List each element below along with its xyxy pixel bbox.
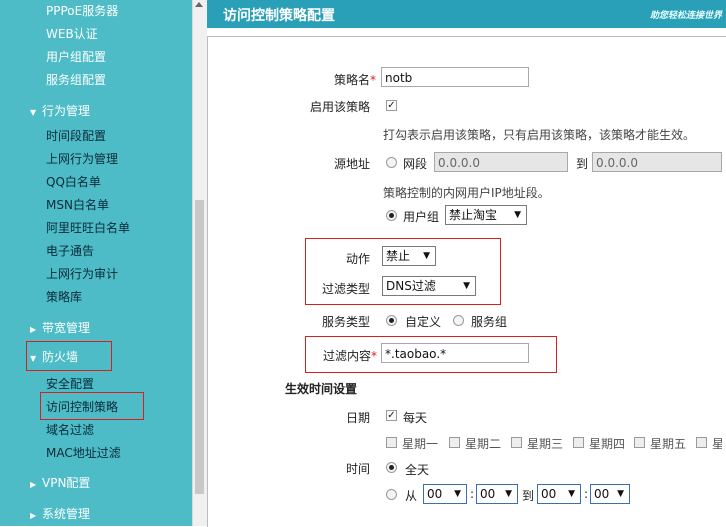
collapsed-triangle-icon: ▶ bbox=[30, 325, 37, 334]
sidebar-item-pppoe[interactable]: PPPoE服务器 bbox=[46, 2, 118, 19]
wednesday-checkbox[interactable] bbox=[511, 437, 522, 448]
every-day-label: 每天 bbox=[403, 411, 428, 425]
dropdown-arrow-icon: ▼ bbox=[505, 489, 512, 499]
sidebar-item-policy-lib[interactable]: 策略库 bbox=[46, 288, 82, 305]
sidebar-item-security-config[interactable]: 安全配置 bbox=[46, 375, 94, 392]
sidebar-item-domain-filter[interactable]: 域名过滤 bbox=[46, 421, 94, 438]
thursday-checkbox[interactable] bbox=[573, 437, 584, 448]
scroll-up-arrow-icon[interactable] bbox=[195, 2, 203, 7]
date-label: 日期 bbox=[345, 411, 370, 425]
sidebar-item-audit[interactable]: 上网行为审计 bbox=[46, 265, 118, 282]
action-select[interactable]: 禁止 ▼ bbox=[382, 246, 436, 266]
dropdown-arrow-icon: ▼ bbox=[423, 251, 430, 261]
service-custom-radio[interactable] bbox=[386, 315, 397, 326]
source-address-label: 源地址 bbox=[333, 157, 370, 171]
dropdown-arrow-icon: ▼ bbox=[514, 210, 521, 220]
filter-content-input[interactable]: *.taobao.* bbox=[381, 343, 529, 363]
sidebar-item-user-group[interactable]: 用户组配置 bbox=[46, 48, 106, 65]
service-custom-label: 自定义 bbox=[405, 315, 442, 329]
sidebar-scrollbar[interactable] bbox=[192, 0, 207, 526]
sidebar-group-vpn[interactable]: ▶ VPN配置 bbox=[30, 474, 90, 491]
user-group-radio[interactable] bbox=[386, 210, 397, 221]
thursday-label: 星期四 bbox=[589, 437, 626, 451]
time-colon: : bbox=[470, 487, 475, 501]
sidebar-nav: PPPoE服务器 WEB认证 用户组配置 服务组配置 ▼ 行为管理 时间段配置 上… bbox=[0, 0, 192, 526]
time-colon: : bbox=[584, 487, 589, 501]
sidebar-group-label: 行为管理 bbox=[42, 104, 91, 118]
page-header: 访问控制策略配置 助您轻松连接世界 bbox=[207, 0, 726, 28]
service-group-label: 服务组 bbox=[471, 315, 508, 329]
ip-range-option-label: 网段 bbox=[403, 157, 428, 171]
monday-checkbox[interactable] bbox=[386, 437, 397, 448]
enable-hint-text: 打勾表示启用该策略，只有启用该策略，该策略才能生效。 bbox=[383, 128, 696, 142]
sidebar-item-service-group[interactable]: 服务组配置 bbox=[46, 71, 106, 88]
all-day-radio[interactable] bbox=[386, 462, 397, 473]
scrollbar-thumb[interactable] bbox=[195, 200, 204, 494]
every-day-checkbox[interactable]: ✓ bbox=[386, 410, 397, 421]
sidebar-item-qq-whitelist[interactable]: QQ白名单 bbox=[46, 173, 101, 190]
dropdown-arrow-icon: ▼ bbox=[454, 489, 461, 499]
sidebar-group-system[interactable]: ▶ 系统管理 bbox=[30, 505, 90, 522]
time-label: 时间 bbox=[345, 462, 370, 476]
filter-type-label: 过滤类型 bbox=[321, 282, 370, 296]
ip-end-input[interactable]: 0.0.0.0 bbox=[592, 152, 722, 172]
sidebar-group-label: VPN配置 bbox=[42, 476, 91, 490]
collapsed-triangle-icon: ▶ bbox=[30, 480, 37, 489]
highlight-box-firewall bbox=[26, 341, 112, 371]
enable-policy-label: 启用该策略 bbox=[309, 100, 370, 114]
collapsed-triangle-icon: ▶ bbox=[30, 511, 37, 520]
sidebar-item-mac-filter[interactable]: MAC地址过滤 bbox=[46, 444, 121, 461]
saturday-label: 星 bbox=[712, 437, 722, 451]
highlight-box-access-control bbox=[40, 392, 144, 420]
sidebar-item-internet-behavior[interactable]: 上网行为管理 bbox=[46, 150, 118, 167]
sidebar-item-web-auth[interactable]: WEB认证 bbox=[46, 25, 98, 42]
sidebar-item-aliww-whitelist[interactable]: 阿里旺旺白名单 bbox=[46, 219, 130, 236]
filter-content-label: 过滤内容* bbox=[322, 349, 377, 363]
page-title: 访问控制策略配置 bbox=[223, 8, 335, 24]
sidebar-group-bandwidth[interactable]: ▶ 带宽管理 bbox=[30, 319, 90, 336]
ip-to-label: 到 bbox=[576, 157, 589, 171]
ip-start-input[interactable]: 0.0.0.0 bbox=[434, 152, 568, 172]
sidebar-group-label: 带宽管理 bbox=[42, 321, 91, 335]
start-hour-select[interactable]: 00 ▼ bbox=[423, 484, 467, 504]
service-type-label: 服务类型 bbox=[321, 315, 370, 329]
policy-name-label: 策略名* bbox=[333, 73, 376, 87]
dropdown-arrow-icon: ▼ bbox=[617, 489, 624, 499]
tuesday-checkbox[interactable] bbox=[449, 437, 460, 448]
sidebar-group-behavior[interactable]: ▼ 行为管理 bbox=[30, 102, 90, 119]
filter-type-select[interactable]: DNS过滤 ▼ bbox=[382, 276, 476, 296]
to-time-label: 到 bbox=[522, 489, 535, 503]
friday-checkbox[interactable] bbox=[634, 437, 645, 448]
end-minute-select[interactable]: 00 ▼ bbox=[590, 484, 630, 504]
sidebar-item-msn-whitelist[interactable]: MSN白名单 bbox=[46, 196, 109, 213]
source-hint-text: 策略控制的内网用户IP地址段。 bbox=[383, 186, 550, 200]
dropdown-arrow-icon: ▼ bbox=[568, 489, 575, 499]
enable-policy-checkbox[interactable]: ✓ bbox=[386, 100, 397, 111]
brand-slogan: 助您轻松连接世界 bbox=[649, 11, 722, 21]
start-minute-select[interactable]: 00 ▼ bbox=[476, 484, 518, 504]
ip-range-radio[interactable] bbox=[386, 157, 397, 168]
friday-label: 星期五 bbox=[650, 437, 687, 451]
wednesday-label: 星期三 bbox=[527, 437, 564, 451]
all-day-label: 全天 bbox=[405, 463, 430, 477]
expanded-triangle-icon: ▼ bbox=[30, 108, 37, 117]
service-group-radio[interactable] bbox=[453, 315, 464, 326]
effective-time-title: 生效时间设置 bbox=[285, 382, 358, 396]
dropdown-arrow-icon: ▼ bbox=[463, 281, 470, 291]
user-group-option-label: 用户组 bbox=[403, 210, 440, 224]
saturday-checkbox[interactable] bbox=[696, 437, 707, 448]
sidebar-item-notice[interactable]: 电子通告 bbox=[46, 242, 94, 259]
end-hour-select[interactable]: 00 ▼ bbox=[537, 484, 581, 504]
action-label: 动作 bbox=[345, 252, 370, 266]
sidebar-item-time-config[interactable]: 时间段配置 bbox=[46, 127, 106, 144]
policy-name-input[interactable]: notb bbox=[381, 67, 529, 87]
user-group-select[interactable]: 禁止淘宝 ▼ bbox=[445, 205, 527, 225]
tuesday-label: 星期二 bbox=[465, 437, 502, 451]
from-label: 从 bbox=[405, 489, 418, 503]
monday-label: 星期一 bbox=[402, 437, 439, 451]
sidebar-group-label: 系统管理 bbox=[42, 507, 91, 521]
time-range-radio[interactable] bbox=[386, 489, 397, 500]
